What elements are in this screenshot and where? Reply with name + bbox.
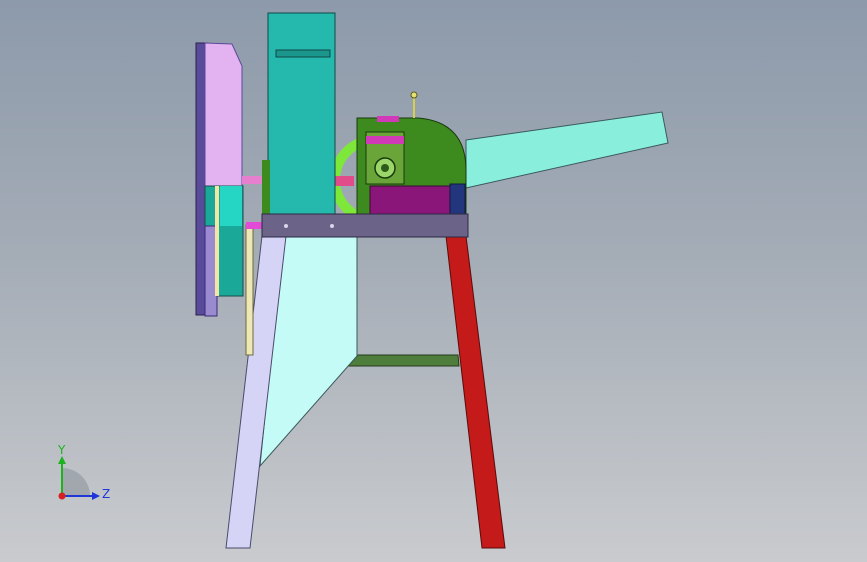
top-frame-beam[interactable] <box>261 213 469 238</box>
triad-quadrant <box>62 468 90 496</box>
lever-knob[interactable] <box>410 91 418 99</box>
gear-center <box>381 164 389 172</box>
blue-feeder-block[interactable] <box>449 183 466 215</box>
fan-housing-lip[interactable] <box>275 49 331 58</box>
cad-viewport[interactable]: Y Z <box>0 0 867 562</box>
pulley-hub-highlight <box>220 186 242 226</box>
y-axis-label: Y <box>57 443 66 457</box>
pulley-shaft[interactable] <box>242 176 262 184</box>
z-axis-label: Z <box>102 487 110 501</box>
z-axis-arrow <box>92 492 100 500</box>
x-axis-origin <box>58 492 66 500</box>
gear-magenta-top[interactable] <box>366 136 404 144</box>
frame-bolt-1 <box>284 224 288 228</box>
axis-triad[interactable]: Y Z <box>48 438 118 508</box>
fan-housing[interactable] <box>267 12 336 218</box>
leg-crossbar[interactable] <box>347 354 460 367</box>
gear-magenta-side[interactable] <box>377 116 399 122</box>
belt-strip[interactable] <box>245 224 254 356</box>
fan-housing-side[interactable] <box>262 160 270 220</box>
magenta-feeder-block[interactable] <box>369 185 451 215</box>
y-axis-arrow <box>58 456 66 464</box>
pulley-band <box>215 186 219 296</box>
pulley-face[interactable] <box>204 42 243 187</box>
outlet-chute[interactable] <box>465 111 669 189</box>
belt-clip[interactable] <box>246 222 262 229</box>
machine-model[interactable] <box>0 0 867 562</box>
right-leg[interactable] <box>445 235 506 549</box>
frame-bolt-2 <box>330 224 334 228</box>
